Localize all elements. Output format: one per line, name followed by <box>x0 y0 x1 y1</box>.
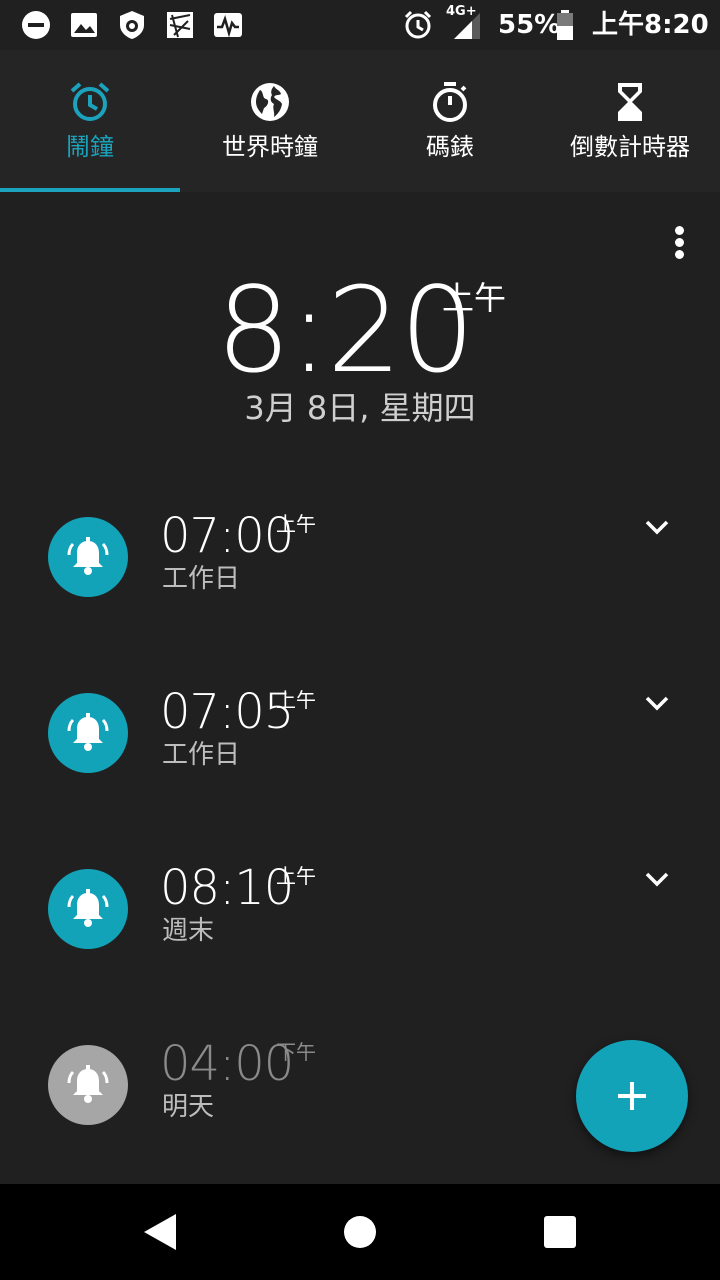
plus-icon <box>618 1082 646 1110</box>
bell-ringing-icon <box>67 713 109 751</box>
tab-label: 世界時鐘 <box>222 133 318 161</box>
overflow-menu-icon[interactable] <box>660 220 700 266</box>
alarm-item[interactable]: 07:00 上午 工作日 <box>0 470 720 646</box>
tab-label: 倒數計時器 <box>570 133 690 161</box>
alarm-item[interactable]: 07:05 上午 工作日 <box>0 646 720 822</box>
alarm-clock-icon <box>70 82 110 121</box>
alarm-label: 週末 <box>162 916 215 946</box>
bell-ringing-icon <box>67 889 109 927</box>
globe-icon <box>251 83 289 121</box>
current-time: 8:20 <box>216 261 475 399</box>
alarm-time[interactable]: 04:00 <box>160 1036 294 1092</box>
tab-label: 碼錶 <box>426 133 474 161</box>
alarm-toggle-button[interactable] <box>48 517 128 597</box>
tab-timer[interactable]: 倒數計時器 <box>540 50 720 192</box>
shield-bug-icon <box>120 11 144 39</box>
chevron-down-icon[interactable] <box>640 686 674 720</box>
alarm-toggle-button[interactable] <box>48 693 128 773</box>
status-bar: 4G+ 55% 上午8:20 <box>0 0 720 50</box>
alarm-item[interactable]: 08:10 上午 週末 <box>0 822 720 998</box>
alarm-label: 明天 <box>162 1092 215 1122</box>
recents-icon[interactable] <box>536 1208 584 1256</box>
alarm-status-icon <box>404 10 432 39</box>
signal-icon <box>454 13 480 39</box>
tab-indicator <box>0 188 180 192</box>
tab-stopwatch[interactable]: 碼錶 <box>360 50 540 192</box>
stopwatch-icon <box>433 82 467 122</box>
image-icon <box>71 13 97 37</box>
pattern-icon <box>167 12 193 38</box>
tab-bar: 鬧鐘 世界時鐘 碼錶 倒數計時器 <box>0 50 720 192</box>
alarm-toggle-button[interactable] <box>48 1045 128 1125</box>
alarm-label: 工作日 <box>162 740 241 770</box>
home-icon[interactable] <box>336 1208 384 1256</box>
alarm-ampm: 上午 <box>276 512 316 536</box>
battery-icon <box>557 10 573 40</box>
tab-alarm[interactable]: 鬧鐘 <box>0 50 180 192</box>
add-alarm-button[interactable] <box>576 1040 688 1152</box>
alarm-ampm: 上午 <box>276 688 316 712</box>
date-text: 3月 8日, 星期四 <box>244 389 476 427</box>
alarm-toggle-button[interactable] <box>48 869 128 949</box>
activity-icon <box>214 13 242 38</box>
tab-world-clock[interactable]: 世界時鐘 <box>180 50 360 192</box>
system-navigation-bar <box>0 1184 720 1280</box>
chevron-down-icon[interactable] <box>640 510 674 544</box>
alarm-ampm: 下午 <box>276 1040 316 1064</box>
tab-label: 鬧鐘 <box>66 133 114 161</box>
current-date: 3月 8日, 星期四 <box>0 386 720 430</box>
back-icon[interactable] <box>136 1208 184 1256</box>
current-ampm: 上午 <box>442 279 507 317</box>
alarm-label: 工作日 <box>162 564 241 594</box>
bell-ringing-icon <box>67 1065 109 1103</box>
alarm-time[interactable]: 08:10 <box>160 860 294 916</box>
bell-ringing-icon <box>67 537 109 575</box>
battery-percent: 55% <box>498 10 561 40</box>
status-time: 上午8:20 <box>592 10 709 40</box>
alarm-ampm: 上午 <box>276 864 316 888</box>
hourglass-icon <box>618 83 642 121</box>
chevron-down-icon[interactable] <box>640 862 674 896</box>
do-not-disturb-icon <box>22 11 50 39</box>
alarm-time[interactable]: 07:05 <box>160 684 294 740</box>
alarm-time[interactable]: 07:00 <box>160 508 294 564</box>
